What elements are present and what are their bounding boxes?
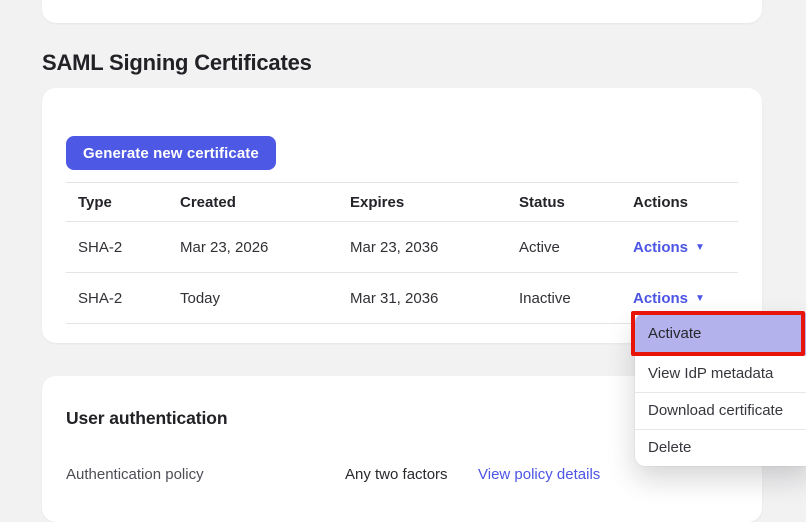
column-header-status: Status <box>519 193 565 211</box>
actions-dropdown-menu: Activate View IdP metadata Download cert… <box>635 313 806 466</box>
authentication-policy-value: Any two factors <box>345 466 448 483</box>
certificates-table: Type Created Expires Status Actions SHA-… <box>66 182 738 324</box>
cell-type: SHA-2 <box>78 238 123 256</box>
authentication-policy-label: Authentication policy <box>66 466 204 483</box>
generate-certificate-button[interactable]: Generate new certificate <box>66 136 276 170</box>
cell-created: Today <box>180 289 221 307</box>
user-authentication-title: User authentication <box>66 408 228 428</box>
menu-item-activate[interactable]: Activate <box>635 313 806 355</box>
caret-down-icon: ▼ <box>695 242 705 253</box>
menu-item-delete[interactable]: Delete <box>635 429 806 466</box>
settings-page: { "page_title": "SAML Signing Certificat… <box>0 0 806 522</box>
actions-dropdown-trigger[interactable]: Actions ▼ <box>633 290 705 307</box>
column-header-expires: Expires <box>350 193 405 211</box>
saml-certificates-card: Generate new certificate Type Created Ex… <box>42 88 762 343</box>
actions-dropdown-trigger[interactable]: Actions ▼ <box>633 239 705 256</box>
caret-down-icon: ▼ <box>695 293 705 304</box>
column-header-type: Type <box>78 193 112 211</box>
table-header-row: Type Created Expires Status Actions <box>66 182 738 222</box>
column-header-created: Created <box>180 193 236 211</box>
cell-expires: Mar 23, 2036 <box>350 238 439 256</box>
cell-type: SHA-2 <box>78 289 123 307</box>
table-row: SHA-2 Mar 23, 2026 Mar 23, 2036 Active A… <box>66 222 738 273</box>
cell-created: Mar 23, 2026 <box>180 238 269 256</box>
menu-item-view-idp-metadata[interactable]: View IdP metadata <box>635 355 806 392</box>
column-header-actions: Actions <box>633 193 689 211</box>
cell-status: Inactive <box>519 289 571 307</box>
cell-expires: Mar 31, 2036 <box>350 289 439 307</box>
cell-status: Active <box>519 238 560 256</box>
previous-section-card <box>42 0 762 23</box>
page-title: SAML Signing Certificates <box>42 50 312 75</box>
actions-label: Actions <box>633 289 689 307</box>
actions-label: Actions <box>633 238 689 256</box>
view-policy-details-link[interactable]: View policy details <box>478 466 600 483</box>
menu-item-download-certificate[interactable]: Download certificate <box>635 392 806 429</box>
